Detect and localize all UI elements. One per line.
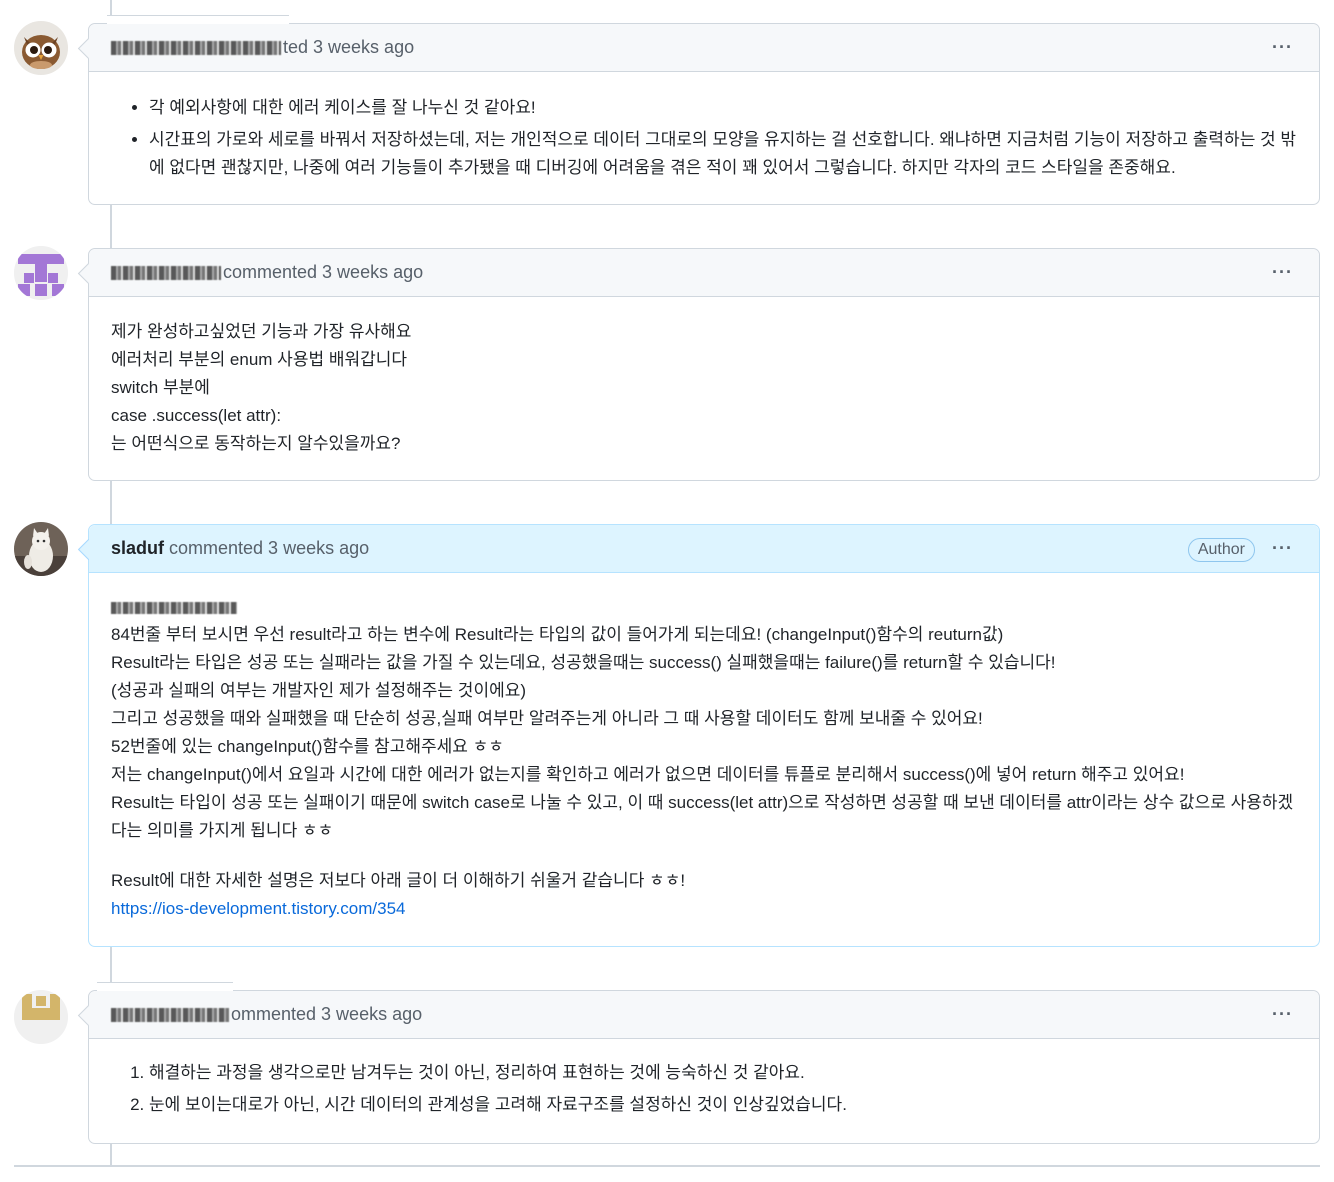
comment-timestamp[interactable]: ommented 3 weeks ago bbox=[231, 1004, 422, 1025]
identicon-avatar[interactable] bbox=[14, 990, 68, 1044]
redacted-username[interactable] bbox=[111, 1007, 229, 1022]
comment-box: sladuf commented 3 weeks ago Author ··· … bbox=[88, 524, 1320, 947]
body-line: 에러처리 부분의 enum 사용법 배워갑니다 bbox=[111, 350, 408, 369]
cat-avatar[interactable] bbox=[14, 522, 68, 576]
comment-box: ted 3 weeks ago ··· 각 예외사항에 대한 에러 케이스를 잘… bbox=[88, 15, 1320, 206]
identicon-icon bbox=[14, 990, 68, 1044]
cat-photo-icon bbox=[14, 522, 68, 576]
redacted-username[interactable] bbox=[111, 40, 281, 55]
comment-box: commented 3 weeks ago ··· 제가 완성하고싶었던 기능과… bbox=[88, 248, 1320, 481]
body-line: (성공과 실패의 여부는 개발자인 제가 설정해주는 것이에요) bbox=[111, 681, 527, 700]
body-line: Result는 타입이 성공 또는 실패이기 때문에 switch case로 … bbox=[111, 793, 1294, 840]
identicon-avatar[interactable] bbox=[14, 246, 68, 300]
comment-timestamp[interactable]: commented 3 weeks ago bbox=[169, 538, 369, 559]
reference-link[interactable]: https://ios-development.tistory.com/354 bbox=[111, 899, 406, 918]
identicon-icon bbox=[14, 246, 68, 300]
redacted-mention[interactable] bbox=[111, 602, 237, 614]
body-line: 제가 완성하고싶었던 기능과 가장 유사해요 bbox=[111, 322, 412, 341]
comment-body: 84번줄 부터 보시면 우선 result라고 하는 변수에 Result라는 … bbox=[89, 573, 1319, 943]
owl-avatar[interactable] bbox=[14, 21, 68, 75]
comment-timestamp[interactable]: ted 3 weeks ago bbox=[283, 37, 414, 58]
author-badge: Author bbox=[1187, 538, 1255, 562]
body-line: case .success(let attr): bbox=[111, 406, 282, 425]
comment-timestamp[interactable]: commented 3 weeks ago bbox=[223, 262, 423, 283]
owl-icon bbox=[14, 21, 68, 75]
more-options-icon[interactable]: ··· bbox=[1272, 1005, 1293, 1023]
body-line: 저는 changeInput()에서 요일과 시간에 대한 에러가 없는지를 확… bbox=[111, 765, 1185, 784]
body-line: 는 어떤식으로 동작하는지 알수있을까요? bbox=[111, 434, 401, 453]
body-line: 52번줄에 있는 changeInput()함수를 참고해주세요 ㅎㅎ bbox=[111, 737, 504, 756]
comment-body: 각 예외사항에 대한 에러 케이스를 잘 나누신 것 같아요! 시간표의 가로와… bbox=[89, 72, 1319, 206]
list-item: 눈에 보이는대로가 아닌, 시간 데이터의 관계성을 고려해 자료구조를 설정하… bbox=[149, 1091, 1297, 1119]
body-line: 84번줄 부터 보시면 우선 result라고 하는 변수에 Result라는 … bbox=[111, 625, 1004, 644]
list-item: 각 예외사항에 대한 에러 케이스를 잘 나누신 것 같아요! bbox=[149, 94, 1297, 122]
more-options-icon[interactable]: ··· bbox=[1272, 38, 1293, 56]
comment-body: 해결하는 과정을 생각으로만 남겨두는 것이 아닌, 정리하여 표현하는 것에 … bbox=[89, 1039, 1319, 1143]
more-options-icon[interactable]: ··· bbox=[1272, 539, 1293, 557]
redacted-username[interactable] bbox=[111, 265, 221, 280]
list-item: 해결하는 과정을 생각으로만 남겨두는 것이 아닌, 정리하여 표현하는 것에 … bbox=[149, 1059, 1297, 1087]
comment-header: commented 3 weeks ago ··· bbox=[89, 249, 1319, 297]
comment-header: ted 3 weeks ago ··· bbox=[89, 24, 1319, 72]
comment-body: 제가 완성하고싶었던 기능과 가장 유사해요 에러처리 부분의 enum 사용법… bbox=[89, 297, 1319, 478]
comment-header: ommented 3 weeks ago ··· bbox=[89, 991, 1319, 1039]
comment-box: ommented 3 weeks ago ··· 해결하는 과정을 생각으로만 … bbox=[88, 982, 1320, 1144]
body-line: Result에 대한 자세한 설명은 저보다 아래 글이 더 이해하기 쉬울거 … bbox=[111, 871, 686, 890]
username-link[interactable]: sladuf bbox=[111, 538, 164, 559]
bottom-rule bbox=[14, 1165, 1320, 1167]
body-line: Result라는 타입은 성공 또는 실패라는 값을 가질 수 있는데요, 성공… bbox=[111, 653, 1056, 672]
list-item: 시간표의 가로와 세로를 바꿔서 저장하셨는데, 저는 개인적으로 데이터 그대… bbox=[149, 126, 1297, 182]
body-line: switch 부분에 bbox=[111, 378, 210, 397]
body-line: 그리고 성공했을 때와 실패했을 때 단순히 성공,실패 여부만 알려주는게 아… bbox=[111, 709, 983, 728]
more-options-icon[interactable]: ··· bbox=[1272, 263, 1293, 281]
comment-header: sladuf commented 3 weeks ago Author ··· bbox=[89, 525, 1319, 573]
